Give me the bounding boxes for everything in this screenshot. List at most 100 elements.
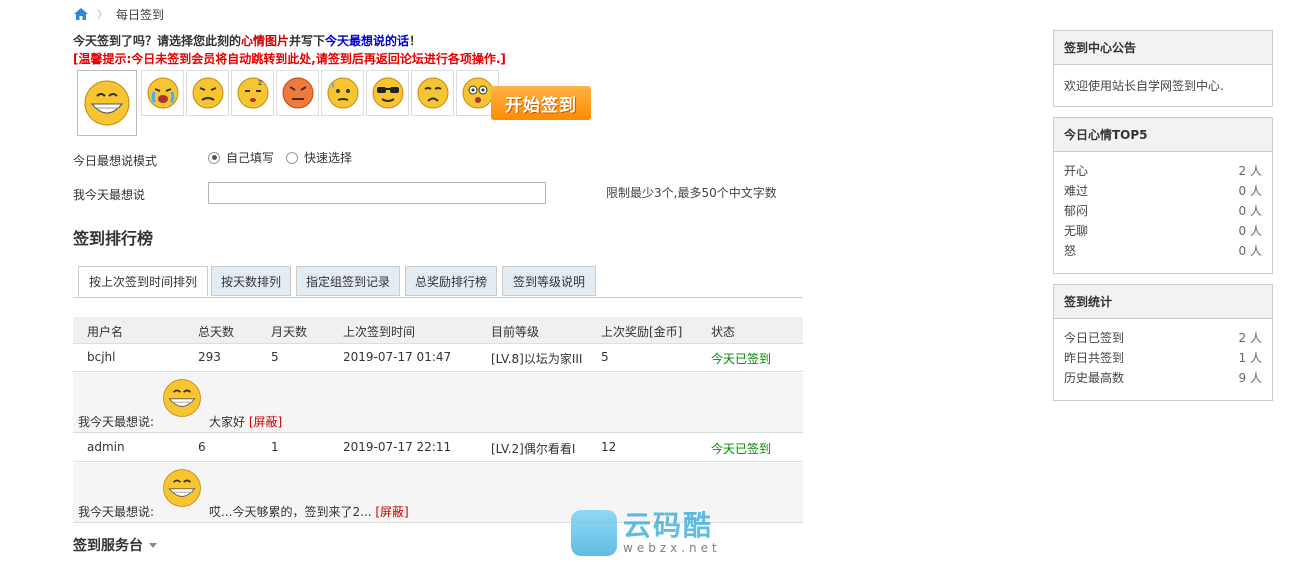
watermark-text: 云码酷 webzx.net — [623, 509, 721, 556]
prompt-text-2: 并写下 — [289, 34, 326, 48]
prompt-mood-pic: 心情图片 — [241, 34, 290, 48]
rank-tabs: 按上次签到时间排列 按天数排列 指定组签到记录 总奖励排行榜 签到等级说明 — [73, 266, 803, 298]
say-row: 我今天最想说: 大家好 [屏蔽] — [73, 373, 803, 433]
item-value: 0 人 — [1238, 183, 1262, 198]
cool-face-icon — [372, 77, 403, 109]
item-key: 历史最高数 — [1064, 370, 1125, 385]
surprised-face-icon — [462, 77, 493, 109]
item-key: 开心 — [1064, 163, 1089, 178]
sweat-face-icon — [327, 77, 358, 109]
tab-group-records[interactable]: 指定组签到记录 — [296, 266, 400, 296]
mood-sweat[interactable] — [321, 70, 364, 116]
svg-text:z: z — [258, 78, 262, 87]
mood-frown[interactable] — [186, 70, 229, 116]
say-input-hint: 限制最少3个,最多50个中文字数 — [606, 186, 777, 200]
item-key: 今日已签到 — [1064, 330, 1125, 345]
frown-face-icon — [192, 77, 223, 109]
item-value: 9 人 — [1238, 370, 1262, 385]
notice-panel: 签到中心公告 欢迎使用站长自学网签到中心. — [1053, 30, 1273, 107]
item-key: 怒 — [1064, 243, 1077, 258]
list-item: 开心 2 人 — [1064, 160, 1262, 180]
notice-title: 签到中心公告 — [1054, 31, 1272, 65]
mood-sleepy[interactable]: z — [231, 70, 274, 116]
mood-top5-title: 今日心情TOP5 — [1054, 118, 1272, 152]
watermark-cn: 云码酷 — [623, 509, 714, 542]
total-days: 6 — [198, 440, 206, 454]
reward: 5 — [601, 350, 609, 364]
list-item: 无聊 0 人 — [1064, 220, 1262, 240]
col-status: 状态 — [711, 325, 736, 339]
warm-tip: [温馨提示:今日未签到会员将自动跳转到此处,请签到后再返回论坛进行各项操作.] — [73, 52, 506, 66]
prompt-text-3: ！ — [409, 34, 422, 48]
breadcrumb-separator: 〉 — [97, 8, 108, 21]
watermark-en: webzx.net — [623, 541, 721, 555]
say-mode-options: 自己填写 快速选择 — [208, 149, 352, 166]
radio-quick-select-label[interactable]: 快速选择 — [304, 149, 352, 166]
start-signin-button[interactable]: 开始签到 — [491, 86, 591, 120]
mood-cool[interactable] — [366, 70, 409, 116]
signin-stats-title: 签到统计 — [1054, 285, 1272, 319]
item-key: 难过 — [1064, 183, 1089, 198]
say-label: 我今天最想说: — [78, 415, 155, 429]
say-input[interactable] — [208, 182, 546, 204]
last-time: 2019-07-17 22:11 — [343, 440, 452, 454]
list-item: 郁闷 0 人 — [1064, 200, 1262, 220]
item-value: 0 人 — [1238, 243, 1262, 258]
list-item: 昨日共签到 1 人 — [1064, 347, 1262, 367]
cry-face-icon — [147, 77, 178, 109]
status: 今天已签到 — [711, 352, 772, 366]
item-key: 昨日共签到 — [1064, 350, 1125, 365]
mood-pout[interactable] — [411, 70, 454, 116]
col-user: 用户名 — [87, 325, 124, 339]
item-value: 2 人 — [1238, 163, 1262, 178]
mood-top5-list: 开心 2 人 难过 0 人 郁闷 0 人 无聊 0 人 怒 0 人 — [1054, 152, 1272, 268]
sleepy-face-icon: z — [237, 77, 268, 109]
grin-face-icon — [163, 379, 201, 417]
item-key: 郁闷 — [1064, 203, 1089, 218]
grin-face-icon — [84, 80, 130, 126]
user-name[interactable]: admin — [87, 440, 125, 454]
item-key: 无聊 — [1064, 223, 1089, 238]
list-item: 难过 0 人 — [1064, 180, 1262, 200]
col-reward: 上次奖励[金币] — [601, 325, 683, 339]
radio-self-write-label[interactable]: 自己填写 — [226, 149, 274, 166]
signin-prompt: 今天签到了吗？请选择您此刻的心情图片并写下今天最想说的话！ — [73, 32, 421, 49]
chevron-down-icon — [149, 542, 157, 548]
shield-link[interactable]: [屏蔽] — [375, 505, 408, 519]
service-desk-menu[interactable]: 签到服务台 — [73, 535, 157, 555]
tab-total-reward[interactable]: 总奖励排行榜 — [405, 266, 497, 296]
home-icon[interactable] — [73, 7, 89, 21]
service-desk-label[interactable]: 签到服务台 — [73, 535, 143, 555]
tab-level-info[interactable]: 签到等级说明 — [502, 266, 596, 296]
level: [LV.2]偶尔看看I — [491, 442, 576, 456]
col-month: 月天数 — [271, 325, 308, 339]
user-name[interactable]: bcjhl — [87, 350, 116, 364]
notice-text: 欢迎使用站长自学网签到中心. — [1064, 79, 1224, 93]
radio-quick-select[interactable] — [286, 151, 299, 164]
mood-grin[interactable] — [77, 70, 137, 136]
mood-angry[interactable] — [276, 70, 319, 116]
col-total: 总天数 — [198, 325, 235, 339]
breadcrumb-current[interactable]: 每日签到 — [116, 6, 164, 23]
tab-by-last-time[interactable]: 按上次签到时间排列 — [78, 266, 208, 297]
total-days: 293 — [198, 350, 221, 364]
status: 今天已签到 — [711, 442, 772, 456]
level: [LV.8]以坛为家III — [491, 352, 583, 366]
tab-by-days[interactable]: 按天数排列 — [211, 266, 291, 296]
item-value: 2 人 — [1238, 330, 1262, 345]
rank-title: 签到排行榜 — [73, 229, 154, 248]
last-time: 2019-07-17 01:47 — [343, 350, 452, 364]
shield-link[interactable]: [屏蔽] — [249, 415, 282, 429]
breadcrumb: 〉 每日签到 — [73, 5, 164, 23]
mood-cry[interactable] — [141, 70, 184, 116]
signin-stats-list: 今日已签到 2 人 昨日共签到 1 人 历史最高数 9 人 — [1054, 319, 1272, 395]
radio-self-write[interactable] — [208, 151, 220, 164]
mood-picker: z — [77, 70, 501, 136]
item-value: 1 人 — [1238, 350, 1262, 365]
prompt-text: 今天签到了吗？请选择您此刻的 — [73, 34, 242, 48]
angry-face-icon — [282, 77, 313, 109]
col-level: 目前等级 — [491, 325, 540, 339]
month-days: 1 — [271, 440, 279, 454]
say-input-label: 我今天最想说 — [73, 188, 146, 202]
list-item: 怒 0 人 — [1064, 240, 1262, 260]
